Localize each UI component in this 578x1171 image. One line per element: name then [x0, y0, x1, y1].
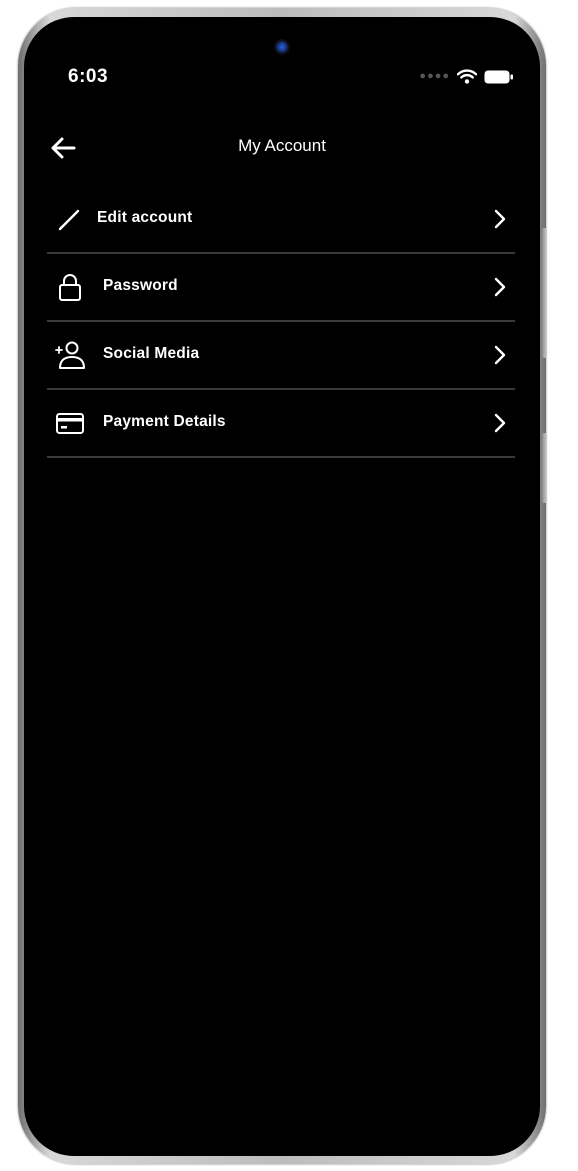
volume-button: [542, 228, 547, 358]
menu-item-payment-details[interactable]: Payment Details: [47, 390, 515, 458]
add-user-icon: [55, 341, 85, 369]
account-menu: Edit account Password Social Media Payme…: [47, 186, 515, 458]
chevron-right-icon: [494, 345, 506, 365]
page-title: My Account: [238, 136, 326, 155]
status-time: 6:03: [68, 66, 109, 87]
menu-item-label: Edit account: [97, 209, 193, 226]
signal-dots-icon: ●●●●: [419, 70, 450, 82]
app-header: My Account: [24, 127, 540, 167]
chevron-right-icon: [494, 209, 506, 229]
phone-screen: 6:03 ●●●● My Account Edit account Passwo…: [24, 17, 540, 1156]
wifi-icon: [457, 69, 477, 84]
menu-item-label: Password: [103, 277, 178, 294]
battery-icon: [484, 70, 513, 83]
pencil-icon: [58, 209, 80, 231]
menu-item-password[interactable]: Password: [47, 254, 515, 322]
power-button: [542, 433, 547, 503]
menu-item-social-media[interactable]: Social Media: [47, 322, 515, 390]
menu-item-edit-account[interactable]: Edit account: [47, 186, 515, 254]
status-icons: ●●●●: [419, 69, 514, 84]
status-bar: 6:03 ●●●●: [24, 63, 540, 91]
chevron-right-icon: [494, 413, 506, 433]
credit-card-icon: [56, 413, 84, 434]
menu-item-label: Payment Details: [103, 413, 226, 430]
lock-icon: [59, 274, 81, 301]
menu-item-label: Social Media: [103, 345, 200, 362]
chevron-right-icon: [494, 277, 506, 297]
front-camera: [274, 39, 290, 55]
